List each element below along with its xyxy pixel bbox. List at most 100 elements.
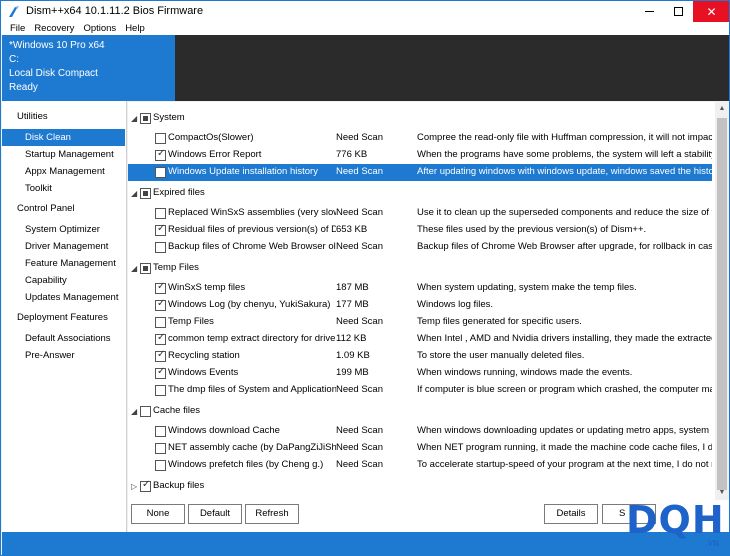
sidebar-item-updates-management[interactable]: Updates Management [2,289,125,306]
item-description: These files used by the previous version… [417,224,647,235]
refresh-button[interactable]: Refresh [245,504,299,524]
collapse-arrow-icon[interactable]: ◢ [131,264,137,273]
item-name: Windows download Cache [168,425,280,436]
sidebar-item-startup-management[interactable]: Startup Management [2,146,125,163]
maximize-button[interactable] [664,1,693,22]
list-item[interactable]: Backup files of Chrome Web Browser old v… [128,239,712,256]
list-item[interactable]: Windows Events 199 MB When windows running… [128,365,712,382]
maximize-icon [674,7,683,16]
collapse-arrow-icon[interactable]: ◢ [131,189,137,198]
list-item[interactable]: The dmp files of System and Applications… [128,382,712,399]
menu-recovery[interactable]: Recovery [25,22,74,35]
item-size: Need Scan [336,459,384,470]
minimize-button[interactable] [635,1,664,22]
item-checkbox[interactable] [155,281,166,294]
item-size: Need Scan [336,166,384,177]
list-item[interactable]: NET assembly cache (by DaPangZiJiShuYuan… [128,440,712,457]
details-button[interactable]: Details [544,504,598,524]
item-description: Windows log files. [417,299,494,310]
sidebar-item-default-associations[interactable]: Default Associations [2,330,125,347]
item-checkbox[interactable] [155,167,166,178]
group-checkbox[interactable] [140,188,151,199]
sidebar-item-toolkit[interactable]: Toolkit [2,180,125,197]
list-item[interactable]: Recycling station 1.09 KB To store the use… [128,348,712,365]
group-row[interactable]: ◢ Temp Files [128,260,712,277]
list-item[interactable]: Windows Update installation history Need … [128,164,712,181]
menu-file[interactable]: File [1,22,25,35]
group-row[interactable]: ◢ System [128,110,712,127]
item-description: When NET program running, it made the ma… [417,442,712,453]
sidebar-item-appx-management[interactable]: Appx Management [2,163,125,180]
item-name: NET assembly cache (by DaPangZiJiShuYuan… [168,442,336,453]
item-checkbox[interactable] [155,223,166,236]
list-item[interactable]: common temp extract directory for driver… [128,331,712,348]
group-checkbox[interactable] [140,113,151,124]
os-label: *Windows 10 Pro x64 [9,40,105,51]
sidebar-section-title: Deployment Features [17,312,108,323]
sidebar-item-system-optimizer[interactable]: System Optimizer [2,221,125,238]
sidebar-item-driver-management[interactable]: Driver Management [2,238,125,255]
close-icon: ✕ [706,4,717,19]
group-label: Cache files [153,405,200,416]
list-item[interactable]: Replaced WinSxS assemblies (very slow) Ne… [128,205,712,222]
item-size: 776 KB [336,149,368,160]
list-item[interactable]: Windows Error Report 776 KB When the progr… [128,147,712,164]
item-name: Windows Error Report [168,149,262,160]
vertical-scrollbar[interactable]: ▲ ▼ [715,102,729,500]
item-description: Temp files generated for specific users. [417,316,582,327]
sidebar-item-disk-clean[interactable]: Disk Clean [2,129,125,146]
group-checkbox[interactable] [140,406,151,417]
collapse-arrow-icon[interactable]: ▷ [131,482,137,491]
default-button[interactable]: Default [188,504,242,524]
sidebar-item-pre-answer[interactable]: Pre-Answer [2,347,125,364]
group-label: Temp Files [153,262,199,273]
item-description: When windows downloading updates or upda… [417,425,712,436]
sidebar-item-capability[interactable]: Capability [2,272,125,289]
collapse-arrow-icon[interactable]: ◢ [131,407,137,416]
item-checkbox[interactable] [155,460,166,471]
window-title: Dism++x64 10.1.11.2 Bios Firmware [26,5,204,17]
item-description: When Intel , AMD and Nvidia drivers inst… [417,333,712,344]
scroll-thumb[interactable] [717,118,727,490]
group-row[interactable]: ◢ Expired files [128,185,712,202]
item-checkbox[interactable] [155,317,166,328]
group-row[interactable]: ◢ Cache files [128,403,712,420]
group-checkbox[interactable] [140,479,151,492]
item-checkbox[interactable] [155,426,166,437]
item-checkbox[interactable] [155,332,166,345]
menu-help[interactable]: Help [116,22,145,35]
item-name: CompactOs(Slower) [168,132,254,143]
item-size: Need Scan [336,442,384,453]
item-name: Windows Log (by chenyu, YukiSakura) [168,299,331,310]
item-name: common temp extract directory for driver… [168,333,336,344]
list-item[interactable]: Residual files of previous version(s) of… [128,222,712,239]
item-size: 187 MB [336,282,369,293]
watermark-text: DQH [626,498,725,542]
list-item[interactable]: Windows download Cache Need Scan When wind… [128,423,712,440]
list-item[interactable]: Windows prefetch files (by Cheng g.) Need… [128,457,712,474]
group-checkbox[interactable] [140,263,151,274]
item-checkbox[interactable] [155,133,166,144]
item-checkbox[interactable] [155,208,166,219]
item-checkbox[interactable] [155,148,166,161]
scroll-up-icon[interactable]: ▲ [715,102,729,116]
list-item[interactable]: CompactOs(Slower) Need Scan Compree the re… [128,130,712,147]
item-checkbox[interactable] [155,385,166,396]
item-checkbox[interactable] [155,443,166,454]
item-checkbox[interactable] [155,366,166,379]
list-item[interactable]: Windows Log (by chenyu, YukiSakura) 177 M… [128,297,712,314]
close-button[interactable]: ✕ [693,1,729,22]
item-checkbox[interactable] [155,298,166,311]
item-size: Need Scan [336,207,384,218]
item-checkbox[interactable] [155,349,166,362]
item-size: 199 MB [336,367,369,378]
none-button[interactable]: None [131,504,185,524]
sidebar-item-feature-management[interactable]: Feature Management [2,255,125,272]
group-row[interactable]: ▷ Backup files [128,478,712,495]
item-checkbox[interactable] [155,242,166,253]
list-item[interactable]: Temp Files Need Scan Temp files generated … [128,314,712,331]
menu-options[interactable]: Options [74,22,116,35]
list-item[interactable]: WinSxS temp files 187 MB When system updat… [128,280,712,297]
session-info-panel[interactable]: *Windows 10 Pro x64 C: Local Disk Compac… [2,35,175,101]
collapse-arrow-icon[interactable]: ◢ [131,114,137,123]
